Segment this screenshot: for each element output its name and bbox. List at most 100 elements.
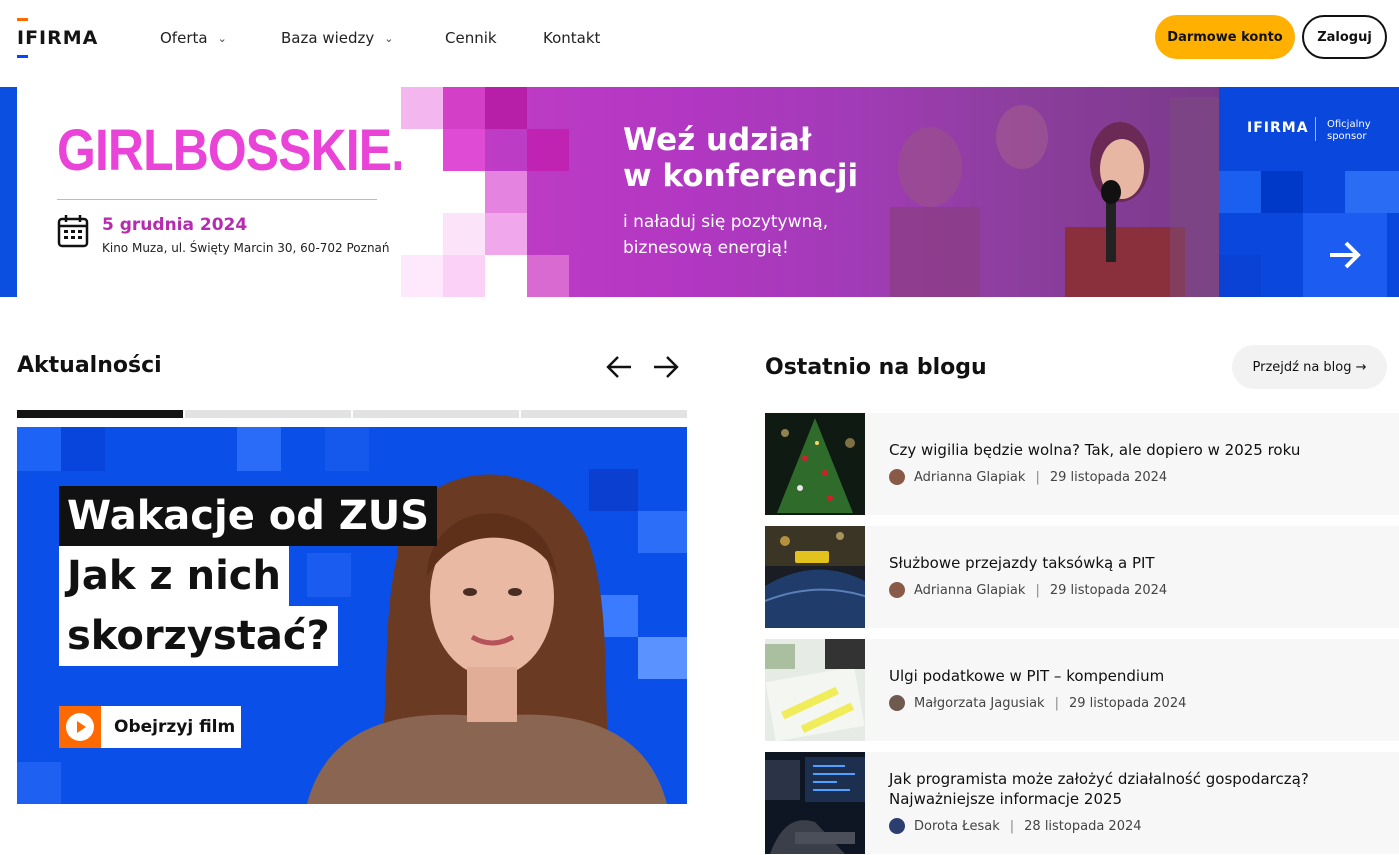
hero-title-line: Jak z nich xyxy=(59,546,289,606)
avatar xyxy=(889,469,905,485)
post-meta: Dorota Łesak | 28 listopada 2024 xyxy=(889,818,1142,834)
arrow-right-icon xyxy=(1330,241,1361,269)
avatar xyxy=(889,582,905,598)
mosaic-tile xyxy=(1345,171,1399,213)
slide-indicator-4[interactable] xyxy=(521,410,687,418)
banner-headline-line: w konferencji xyxy=(623,158,859,194)
mosaic-tile xyxy=(17,427,61,471)
post-title-line: Służbowe przejazdy taksówką a PIT xyxy=(889,554,1155,572)
mosaic-tile xyxy=(61,427,105,471)
banner-event-panel: GIRLBOSSKIE. 5 grudnia 2024 Kino Muza, u… xyxy=(17,87,405,297)
logo-text: IFIRMA xyxy=(17,27,99,49)
post-title: Służbowe przejazdy taksówką a PIT xyxy=(889,553,1379,573)
banner-arrow-button[interactable] xyxy=(1303,213,1387,297)
post-author: Adrianna Glapiak xyxy=(914,582,1026,598)
blog-post-item[interactable]: Czy wigilia będzie wolna? Tak, ale dopie… xyxy=(765,413,1399,515)
post-author: Dorota Łesak xyxy=(914,818,1000,834)
mosaic-tile xyxy=(401,171,443,213)
blog-post-item[interactable]: Służbowe przejazdy taksówką a PIT Adrian… xyxy=(765,526,1399,628)
go-to-blog-button[interactable]: Przejdź na blog → xyxy=(1232,345,1387,389)
mosaic-tile xyxy=(443,87,485,129)
nav-item-label: Baza wiedzy xyxy=(281,29,375,47)
mosaic-tile xyxy=(237,427,281,471)
post-title-line: Czy wigilia będzie wolna? Tak, ale dopie… xyxy=(889,441,1301,459)
post-meta: Adrianna Glapiak | 29 listopada 2024 xyxy=(889,469,1167,485)
blog-post-item[interactable]: Ulgi podatkowe w PIT – kompendium Małgor… xyxy=(765,639,1399,741)
site-header: IFIRMA Oferta ⌄ Baza wiedzy ⌄ Cennik Kon… xyxy=(0,0,1399,87)
sponsor-text-line: Oficjalny xyxy=(1327,119,1371,130)
arrow-left-icon xyxy=(606,356,631,378)
mosaic-tile xyxy=(485,171,527,213)
post-author: Małgorzata Jagusiak xyxy=(914,695,1045,711)
event-date: 5 grudnia 2024 xyxy=(102,215,248,235)
mosaic-tile xyxy=(485,255,527,297)
mosaic-tile xyxy=(1219,171,1261,213)
nav-item-kontakt[interactable]: Kontakt xyxy=(543,29,600,47)
avatar xyxy=(889,695,905,711)
post-thumbnail-christmas xyxy=(765,413,865,515)
watch-video-label: Obejrzyj film xyxy=(114,717,236,737)
post-title: Czy wigilia będzie wolna? Tak, ale dopie… xyxy=(889,440,1379,460)
post-date: 29 listopada 2024 xyxy=(1049,469,1168,485)
post-date: 29 listopada 2024 xyxy=(1068,695,1187,711)
mosaic-tile xyxy=(443,129,485,171)
post-title-line: Jak programista może założyć działalność… xyxy=(889,770,1309,788)
meta-separator: | xyxy=(1054,695,1059,711)
slide-indicator-3[interactable] xyxy=(353,410,519,418)
banner-brand: GIRLBOSSKIE. xyxy=(57,118,405,183)
play-icon-box xyxy=(59,706,101,748)
mosaic-tile xyxy=(443,255,485,297)
watch-video-button[interactable]: Obejrzyj film xyxy=(59,706,241,748)
nav-item-oferta[interactable]: Oferta ⌄ xyxy=(160,29,281,47)
sponsor-text: Oficjalny sponsor xyxy=(1327,119,1371,143)
slide-indicator-2[interactable] xyxy=(185,410,351,418)
nav-item-baza-wiedzy[interactable]: Baza wiedzy ⌄ xyxy=(281,29,445,47)
post-date: 28 listopada 2024 xyxy=(1024,818,1142,834)
news-next-button[interactable] xyxy=(651,352,681,382)
slide-indicator-1[interactable] xyxy=(17,410,183,418)
nav-item-label: Cennik xyxy=(445,29,497,47)
post-title: Ulgi podatkowe w PIT – kompendium xyxy=(889,666,1379,686)
nav-item-cennik[interactable]: Cennik xyxy=(445,29,543,47)
news-prev-button[interactable] xyxy=(604,352,634,382)
meta-separator: | xyxy=(1035,582,1040,598)
free-account-button[interactable]: Darmowe konto xyxy=(1155,15,1295,59)
post-title-line: Ulgi podatkowe w PIT – kompendium xyxy=(889,667,1165,685)
news-hero-slide[interactable]: Wakacje od ZUS Jak z nich skorzystać? Ob… xyxy=(17,427,687,804)
blog-post-item[interactable]: Jak programista może założyć działalność… xyxy=(765,752,1399,854)
banner-subheadline: i naładuj się pozytywną, biznesową energ… xyxy=(623,209,828,261)
news-section-title: Aktualności xyxy=(17,353,162,378)
post-thumbnail-taxi xyxy=(765,526,865,628)
post-meta: Małgorzata Jagusiak | 29 listopada 2024 xyxy=(889,695,1186,711)
mosaic-tile xyxy=(485,213,527,255)
banner-headline-line: Weź udział xyxy=(623,122,812,158)
meta-separator: | xyxy=(1035,469,1040,485)
mosaic-tile xyxy=(443,171,485,213)
sponsor-badge: IFIRMA Oficjalny sponsor xyxy=(1219,87,1399,171)
presenter-photo xyxy=(307,474,667,804)
avatar xyxy=(889,818,905,834)
post-thumbnail-programmer xyxy=(765,752,865,854)
ifirma-logo[interactable]: IFIRMA xyxy=(17,18,99,58)
conference-banner[interactable]: GIRLBOSSKIE. 5 grudnia 2024 Kino Muza, u… xyxy=(0,87,1399,297)
divider xyxy=(57,199,377,200)
mosaic-tile xyxy=(527,255,569,297)
conference-audience-photo xyxy=(890,97,1220,297)
mosaic-tile xyxy=(1261,171,1303,213)
banner-sub-line: i naładuj się pozytywną, xyxy=(623,212,829,232)
banner-sub-line: biznesową energią! xyxy=(623,238,789,258)
post-author: Adrianna Glapiak xyxy=(914,469,1026,485)
post-thumbnail-tax-documents xyxy=(765,639,865,741)
hero-title-line: Wakacje od ZUS xyxy=(59,486,438,546)
chevron-down-icon: ⌄ xyxy=(384,31,394,45)
login-button[interactable]: Zaloguj xyxy=(1302,15,1387,59)
sponsor-logo: IFIRMA xyxy=(1247,120,1309,136)
nav-item-label: Oferta xyxy=(160,29,208,47)
calendar-icon xyxy=(57,215,89,248)
mosaic-tile xyxy=(443,213,485,255)
mosaic-tile xyxy=(401,87,443,129)
main-nav: Oferta ⌄ Baza wiedzy ⌄ Cennik Kontakt xyxy=(160,26,600,50)
mosaic-tile xyxy=(527,129,569,171)
post-meta: Adrianna Glapiak | 29 listopada 2024 xyxy=(889,582,1167,598)
mosaic-tile xyxy=(17,762,61,804)
